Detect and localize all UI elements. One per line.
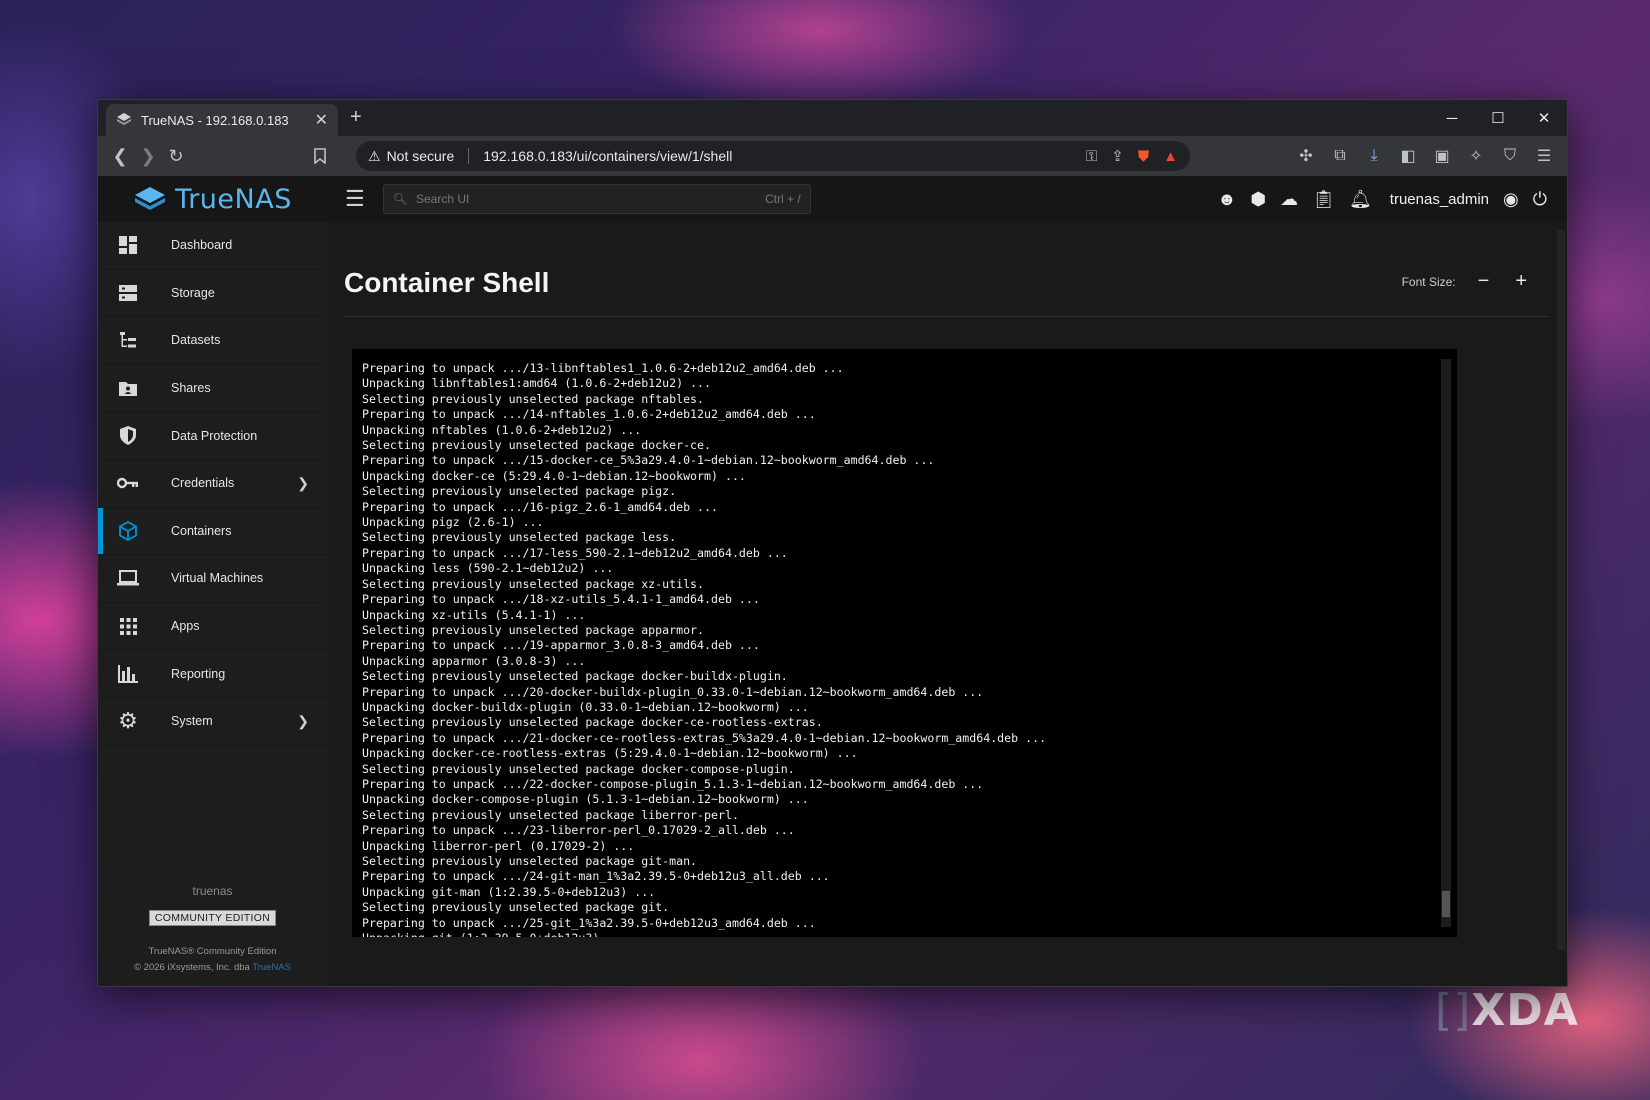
key-icon xyxy=(116,477,140,489)
maximize-icon[interactable]: ☐ xyxy=(1475,100,1521,136)
brave-rewards-icon[interactable]: ▲ xyxy=(1163,148,1178,165)
account-circle-icon[interactable]: ◉ xyxy=(1503,189,1519,210)
bracket-logo-icon: [] xyxy=(1435,985,1472,1036)
brave-shield-icon[interactable]: ⛊ xyxy=(1138,148,1149,165)
sidebar-item-storage[interactable]: Storage xyxy=(98,270,327,318)
dashboard-icon xyxy=(116,236,140,255)
edition-badge: COMMUNITY EDITION xyxy=(148,910,277,926)
menu-icon[interactable]: ☰ xyxy=(1531,142,1557,170)
search-shortcut: Ctrl + / xyxy=(765,192,801,206)
puzzle-icon[interactable]: ✣ xyxy=(1293,142,1319,170)
datasets-icon xyxy=(116,331,140,349)
sidebar-item-datasets[interactable]: Datasets xyxy=(98,317,327,365)
search-placeholder: Search UI xyxy=(415,192,470,206)
apps-grid-icon xyxy=(116,617,140,635)
hostname: truenas xyxy=(192,884,233,898)
sidebar-footer: truenas COMMUNITY EDITION TrueNAS® Commu… xyxy=(98,884,327,976)
chevron-right-icon: ❯ xyxy=(297,474,309,491)
gear-icon: ⚙ xyxy=(118,708,138,734)
vpn-icon[interactable]: ⛉ xyxy=(1497,142,1523,170)
browser-window: TrueNAS - 192.168.0.183 ✕ + ─ ☐ ✕ ❮ ❯ ↻ … xyxy=(97,99,1568,987)
sidebar-icon[interactable]: ◧ xyxy=(1395,142,1421,170)
not-secure-badge[interactable]: ⚠ Not secure xyxy=(368,148,454,165)
sidebar-item-virtual-machines[interactable]: Virtual Machines xyxy=(98,555,327,603)
laptop-icon xyxy=(116,570,140,586)
shield-icon xyxy=(116,426,140,446)
truenas-link[interactable]: TrueNAS xyxy=(252,962,291,973)
key-icon[interactable]: ⚿ xyxy=(1086,148,1097,165)
wallet-icon[interactable]: ▣ xyxy=(1429,142,1455,170)
minimize-icon[interactable]: ─ xyxy=(1429,100,1475,136)
username[interactable]: truenas_admin xyxy=(1390,191,1489,208)
tab-strip: TrueNAS - 192.168.0.183 ✕ + ─ ☐ ✕ xyxy=(98,100,1567,136)
cloud-icon[interactable]: ☁ xyxy=(1280,189,1298,210)
sidebar-item-system[interactable]: ⚙ System ❯ xyxy=(98,698,327,746)
search-icon: 🔍︎ xyxy=(392,192,408,206)
sidebar-item-dashboard[interactable]: Dashboard xyxy=(98,222,327,270)
window-controls: ─ ☐ ✕ xyxy=(1429,100,1567,136)
font-size-control: Font Size: − + xyxy=(1402,270,1527,293)
truecommand-icon[interactable]: ⬢ xyxy=(1250,189,1266,210)
forward-icon[interactable]: ❯ xyxy=(134,142,162,170)
terminal[interactable]: Preparing to unpack .../13-libnftables1_… xyxy=(352,349,1457,937)
jobs-clipboard-icon[interactable]: 📋︎ xyxy=(1312,189,1335,210)
sidebar-item-reporting[interactable]: Reporting xyxy=(98,650,327,698)
reload-icon[interactable]: ↻ xyxy=(162,142,190,170)
chevron-right-icon: ❯ xyxy=(297,712,309,729)
truenas-logo-icon xyxy=(135,187,166,210)
font-decrease-button[interactable]: − xyxy=(1478,270,1490,293)
tab-close-icon[interactable]: ✕ xyxy=(315,110,328,130)
truenas-favicon-icon xyxy=(117,113,131,125)
browser-toolbar: ❮ ❯ ↻ ⚠ Not secure 192.168.0.183/ui/conta… xyxy=(98,136,1567,176)
copyright: TrueNAS® Community Edition © 2026 iXsyst… xyxy=(134,946,291,973)
sidebar-item-shares[interactable]: Shares xyxy=(98,365,327,413)
shares-icon xyxy=(116,380,140,397)
hamburger-menu-icon[interactable]: ☰ xyxy=(345,186,365,212)
tab-title: TrueNAS - 192.168.0.183 xyxy=(141,112,289,128)
download-icon[interactable]: ⤓ xyxy=(1361,142,1387,170)
font-increase-button[interactable]: + xyxy=(1515,270,1527,293)
notifications-bell-icon[interactable]: 🔔︎ xyxy=(1349,189,1372,210)
storage-icon xyxy=(116,284,140,302)
chart-icon xyxy=(116,664,140,683)
header-actions: ☻ ⬢ ☁ 📋︎ 🔔︎ truenas_admin ◉ ⏻ xyxy=(1217,176,1547,222)
feedback-icon[interactable]: ☻ xyxy=(1217,189,1236,210)
sidebar-item-data-protection[interactable]: Data Protection xyxy=(98,412,327,460)
search-input[interactable]: 🔍︎ Search UI Ctrl + / xyxy=(382,184,811,214)
font-size-label: Font Size: xyxy=(1401,274,1456,289)
xda-watermark: []XDA xyxy=(1435,985,1579,1036)
warning-icon: ⚠ xyxy=(368,147,381,164)
sidebar-item-credentials[interactable]: Credentials ❯ xyxy=(98,460,327,508)
bookmark-icon[interactable] xyxy=(306,142,334,170)
close-window-icon[interactable]: ✕ xyxy=(1521,100,1567,136)
cube-icon xyxy=(116,520,140,541)
page-title: Container Shell xyxy=(344,267,550,298)
sidebar-item-containers[interactable]: Containers xyxy=(98,507,327,556)
address-bar[interactable]: ⚠ Not secure 192.168.0.183/ui/containers/… xyxy=(356,141,1190,171)
page-scrollbar[interactable] xyxy=(1557,230,1565,950)
extension-icons: ✣ ⧉ ⤓ ◧ ▣ ✧ ⛉ ☰ xyxy=(1293,142,1557,170)
leo-ai-icon[interactable]: ✧ xyxy=(1463,142,1489,170)
screenshot-icon[interactable]: ⧉ xyxy=(1327,142,1353,170)
browser-tab[interactable]: TrueNAS - 192.168.0.183 ✕ xyxy=(106,104,338,136)
sidebar-item-apps[interactable]: Apps xyxy=(98,603,327,651)
back-icon[interactable]: ❮ xyxy=(106,142,134,170)
url-text: 192.168.0.183/ui/containers/view/1/shell xyxy=(483,148,733,164)
truenas-header: TrueNAS ☰ 🔍︎ Search UI Ctrl + / ☻ ⬢ ☁ 📋︎… xyxy=(98,176,1567,222)
truenas-logo[interactable]: TrueNAS xyxy=(98,176,327,222)
brand-name: TrueNAS xyxy=(175,183,292,215)
share-icon[interactable]: ⇪ xyxy=(1111,147,1124,165)
sidebar: Dashboard Storage Datasets Shares Data P… xyxy=(98,222,327,986)
terminal-scrollbar[interactable] xyxy=(1441,359,1451,927)
power-icon[interactable]: ⏻ xyxy=(1533,189,1547,210)
new-tab-button[interactable]: + xyxy=(350,106,362,129)
terminal-output: Preparing to unpack .../13-libnftables1_… xyxy=(362,361,1047,937)
main-content: Container Shell Font Size: − + Preparing… xyxy=(327,222,1567,986)
